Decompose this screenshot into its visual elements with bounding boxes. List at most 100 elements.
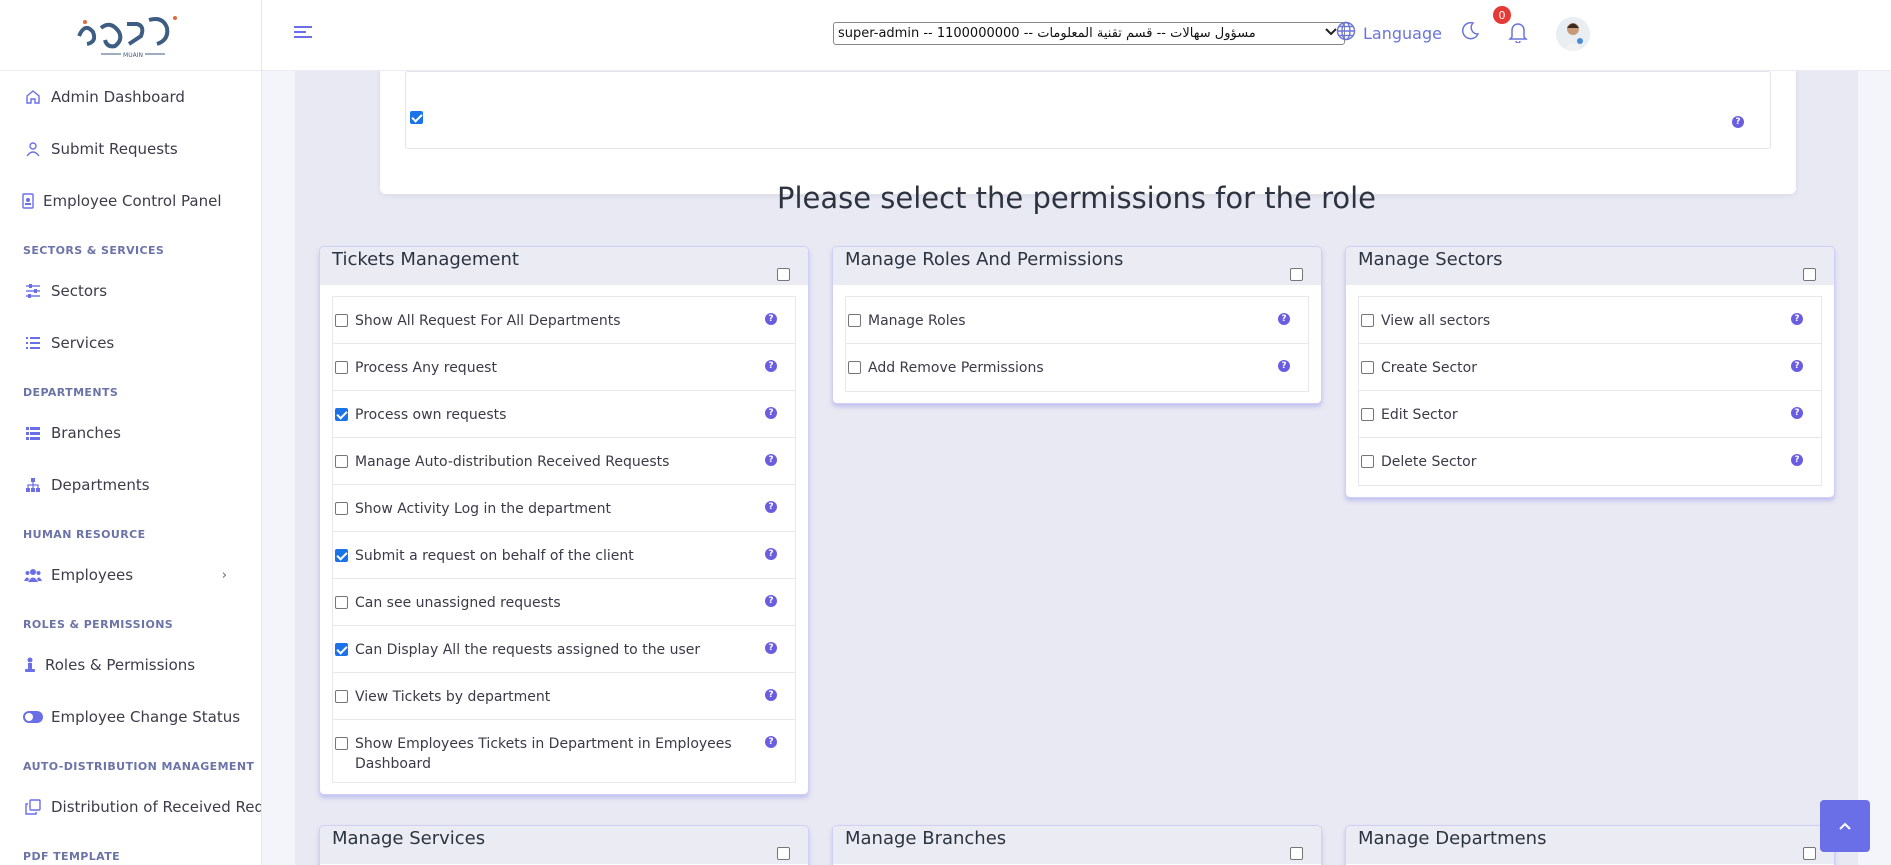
permission-row: Add Remove Permissions? [846, 344, 1308, 391]
help-icon[interactable]: ? [765, 360, 777, 372]
permission-checkbox[interactable] [335, 596, 348, 609]
help-icon[interactable]: ? [1791, 407, 1803, 419]
sitemap-icon [23, 475, 43, 495]
moon-icon[interactable] [1460, 21, 1480, 45]
avatar[interactable] [1556, 17, 1590, 51]
sidebar-item-branches[interactable]: Branches [0, 407, 261, 459]
permission-checkbox[interactable] [335, 408, 348, 421]
bell-icon[interactable] [1508, 21, 1528, 47]
permission-label: Manage Roles [868, 313, 966, 329]
help-icon[interactable]: ? [765, 407, 777, 419]
role-select[interactable]: super-admin -- 1100000000 -- مسؤول سهالا… [833, 22, 1345, 45]
sidebar-item-label: Sectors [51, 282, 108, 300]
user-icon [23, 139, 43, 159]
sidebar-item-employee-control-panel[interactable]: Employee Control Panel [0, 175, 261, 227]
brand-logo[interactable]: MUAIN [0, 0, 261, 71]
permission-row: Manage Auto-distribution Received Reques… [333, 438, 795, 485]
permission-checkbox[interactable] [335, 361, 348, 374]
permission-checkbox[interactable] [335, 737, 348, 750]
top-card: ? [380, 51, 1796, 194]
select-all-checkbox[interactable] [1290, 268, 1303, 281]
copy-icon [23, 797, 43, 817]
permission-label: Show Employees Tickets in Department in … [355, 736, 732, 772]
help-icon[interactable]: ? [1791, 360, 1803, 372]
permission-card-sectors: Manage Sectors View all sectors? Create … [1345, 246, 1835, 498]
card-header: Manage Departmens [1346, 826, 1834, 864]
help-icon[interactable]: ? [1278, 313, 1290, 325]
select-all-checkbox[interactable] [777, 268, 790, 281]
select-all-checkbox[interactable] [777, 847, 790, 860]
sidebar-item-employee-change-status[interactable]: Employee Change Status [0, 691, 261, 743]
language-switcher[interactable]: Language [1336, 21, 1442, 45]
permission-label: Can Display All the requests assigned to… [355, 642, 701, 658]
permission-card-departments: Manage Departmens [1345, 825, 1835, 865]
menu-toggle-icon[interactable] [294, 24, 314, 44]
permission-row: View all sectors? [1359, 297, 1821, 344]
logo-caption: MUAIN [123, 52, 143, 59]
permission-label: Show Activity Log in the department [355, 501, 611, 517]
help-icon[interactable]: ? [1791, 454, 1803, 466]
chevron-right-icon: › [221, 567, 227, 583]
permission-checkbox[interactable] [335, 549, 348, 562]
permission-row: Delete Sector? [1359, 438, 1821, 485]
help-icon[interactable]: ? [765, 548, 777, 560]
muain-logo-icon: MUAIN [76, 16, 177, 59]
select-all-checkbox[interactable] [1290, 847, 1303, 860]
sidebar-item-label: Distribution of Received Reques [51, 798, 262, 816]
help-icon[interactable]: ? [1732, 116, 1744, 128]
toggle-icon [23, 707, 43, 727]
card-title: Manage Branches [845, 828, 1007, 849]
select-all-checkbox[interactable] [1803, 847, 1816, 860]
permission-checkbox[interactable] [848, 361, 861, 374]
sidebar-item-label: Services [51, 334, 115, 352]
permission-checkbox[interactable] [335, 643, 348, 656]
permission-checkbox[interactable] [1361, 455, 1374, 468]
permission-row: Can Display All the requests assigned to… [333, 626, 795, 673]
sliders-icon [23, 281, 43, 301]
help-icon[interactable]: ? [765, 454, 777, 466]
permission-checkbox[interactable] [335, 455, 348, 468]
help-icon[interactable]: ? [1791, 313, 1803, 325]
permission-row: Can see unassigned requests? [333, 579, 795, 626]
role-select-value: super-admin -- 1100000000 -- مسؤول سهالا… [838, 26, 1256, 41]
help-icon[interactable]: ? [765, 595, 777, 607]
permission-list: Manage Roles? Add Remove Permissions? [845, 296, 1309, 392]
permission-checkbox[interactable] [1361, 361, 1374, 374]
sidebar-item-roles-permissions[interactable]: Roles & Permissions [0, 639, 261, 691]
permission-list: View all sectors? Create Sector? Edit Se… [1358, 296, 1822, 486]
sidebar-item-distribution[interactable]: Distribution of Received Reques [0, 781, 261, 833]
permission-card-branches: Manage Branches [832, 825, 1322, 865]
top-header: super-admin -- 1100000000 -- مسؤول سهالا… [262, 0, 1891, 71]
permission-label: Create Sector [1381, 360, 1477, 376]
permission-card-services: Manage Services [319, 825, 809, 865]
card-title: Manage Services [332, 828, 486, 849]
sidebar-item-admin-dashboard[interactable]: Admin Dashboard [0, 71, 261, 123]
main-content: ? Please select the permissions for the … [295, 51, 1858, 865]
sidebar-item-departments[interactable]: Departments [0, 459, 261, 511]
sidebar-item-sectors[interactable]: Sectors [0, 265, 261, 317]
permission-checkbox[interactable] [848, 314, 861, 327]
permission-row: Submit a request on behalf of the client… [333, 532, 795, 579]
permission-checkbox[interactable] [335, 690, 348, 703]
help-icon[interactable]: ? [765, 313, 777, 325]
help-icon[interactable]: ? [765, 501, 777, 513]
select-all-checkbox[interactable] [1803, 268, 1816, 281]
permission-row: Show All Request For All Departments? [333, 297, 795, 344]
sidebar-item-employees[interactable]: Employees › [0, 549, 261, 601]
permission-label: Show All Request For All Departments [355, 313, 621, 329]
help-icon[interactable]: ? [765, 642, 777, 654]
permission-checkbox[interactable] [1361, 408, 1374, 421]
permission-checkbox[interactable] [335, 502, 348, 515]
help-icon[interactable]: ? [1278, 360, 1290, 372]
help-icon[interactable]: ? [765, 736, 777, 748]
sidebar-section-title: HUMAN RESOURCE [23, 528, 146, 541]
sidebar-item-submit-requests[interactable]: Submit Requests [0, 123, 261, 175]
help-icon[interactable]: ? [765, 689, 777, 701]
permission-label: Can see unassigned requests [355, 595, 561, 611]
permission-checkbox[interactable] [1361, 314, 1374, 327]
person-icon [23, 655, 37, 675]
permission-checkbox[interactable] [335, 314, 348, 327]
scroll-to-top-button[interactable] [1820, 800, 1870, 852]
sidebar-item-services[interactable]: Services [0, 317, 261, 369]
top-card-checkbox[interactable] [410, 111, 423, 124]
